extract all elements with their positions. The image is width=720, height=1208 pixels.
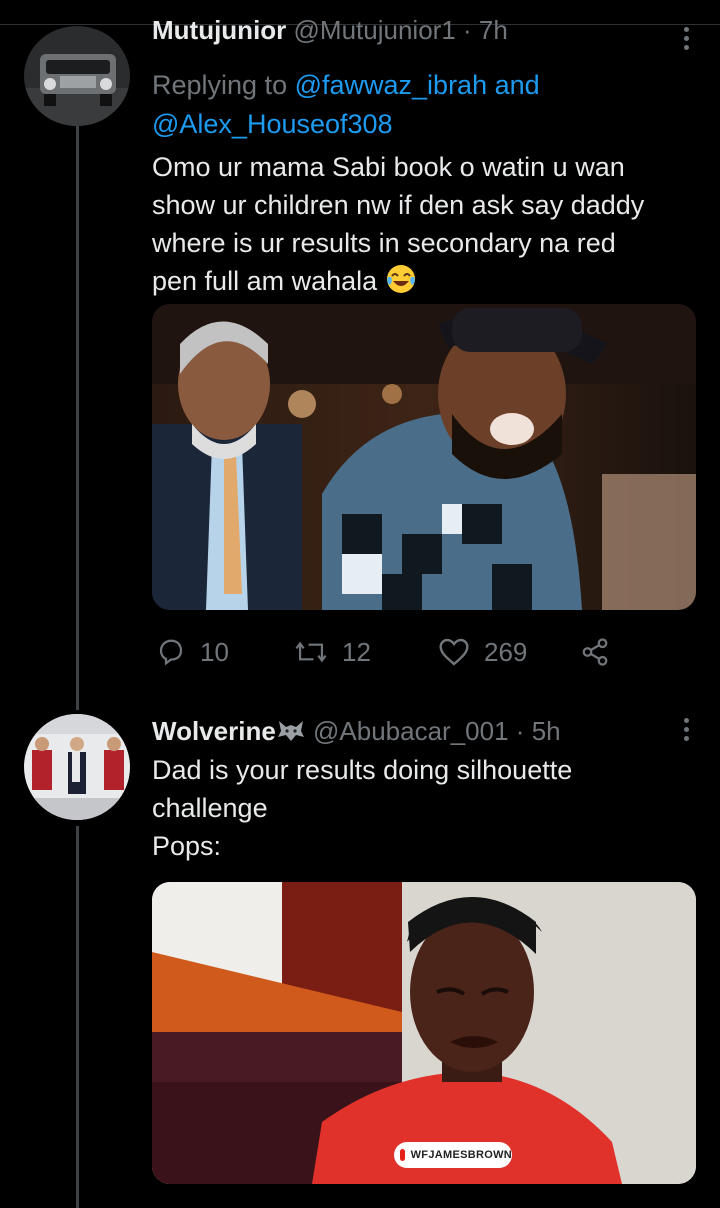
text-line: show ur children nw if den ask say daddy [152,190,645,220]
avatar[interactable] [24,714,130,820]
timestamp[interactable]: 7h [479,15,508,45]
like-button[interactable]: 269 [438,632,527,672]
laughing-tears-emoji-icon [386,265,415,293]
share-icon [582,638,608,666]
crying-boy-video-frame [152,882,696,1184]
replying-to-line2: @Alex_Houseof308 [152,107,700,142]
and-word: and [487,70,540,100]
tweet-1[interactable]: Mutujunior @Mutujunior1 · 7h Replying to… [152,14,700,300]
tweet-1-text: Omo ur mama Sabi book o watin u wan show… [152,148,700,300]
mention-link[interactable]: @fawwaz_ibrah [295,70,488,100]
retweet-count: 12 [342,636,371,667]
text-line: pen full am wahala [152,266,378,296]
more-options-icon[interactable] [684,718,690,745]
tweet-1-photo[interactable] [152,304,696,610]
timestamp[interactable]: 5h [532,716,561,746]
text-line: Omo ur mama Sabi book o watin u wan [152,152,625,182]
video-watermark: WFJAMESBROWN [394,1142,512,1168]
text-line: Dad is your results doing silhouette [152,755,573,785]
dot-separator: · [515,716,525,746]
reply-icon [159,639,183,666]
retweet-button[interactable]: 12 [294,632,371,672]
replying-label: Replying to [152,70,295,100]
team-photo-avatar-image [24,714,130,820]
watermark-text: WFJAMESBROWN [410,1149,512,1161]
youtube-icon [400,1149,412,1161]
retweet-icon [295,641,327,663]
avatar[interactable] [24,26,130,126]
car-avatar-image [24,26,130,126]
dot-separator: · [463,15,472,45]
handle[interactable]: @Abubacar_001 [313,716,509,746]
tweet-1-header: Mutujunior @Mutujunior1 · 7h [152,14,700,46]
display-name[interactable]: Mutujunior [152,15,286,45]
mention-link[interactable]: @Alex_Houseof308 [152,109,393,139]
text-line: challenge [152,793,268,823]
share-button[interactable] [580,632,624,672]
tweet-2-header: Wolverine @Abubacar_001 · 5h [152,715,700,747]
laughing-men-photo [152,304,696,610]
handle[interactable]: @Mutujunior1 [294,15,456,45]
wolf-icon [277,721,304,741]
reply-button[interactable]: 10 [156,632,229,672]
thread-connector-lower [76,826,79,1208]
text-line: where is ur results in secondary na red [152,228,616,258]
more-options-icon[interactable] [684,27,690,54]
reply-count: 10 [200,636,229,667]
tweet-1-action-bar: 10 12 269 [152,632,622,672]
tweet-2-text: Dad is your results doing silhouette cha… [152,751,700,865]
replying-to: Replying to @fawwaz_ibrah and [152,68,700,103]
text-line: Pops: [152,831,222,861]
tweet-2[interactable]: Wolverine @Abubacar_001 · 5h Dad is your… [152,715,700,865]
tweet-2-video[interactable]: WFJAMESBROWN [152,882,696,1184]
display-name[interactable]: Wolverine [152,716,276,746]
like-count: 269 [484,636,528,667]
text-line-last: pen full am wahala [152,262,700,300]
thread-connector-upper [76,124,79,710]
heart-icon [439,638,469,666]
